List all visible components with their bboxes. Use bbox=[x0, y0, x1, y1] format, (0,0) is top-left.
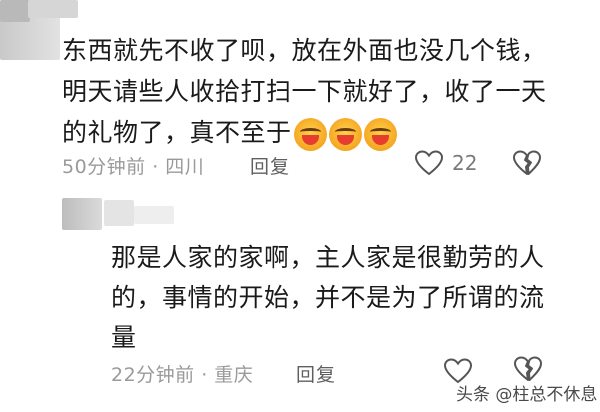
blurred-username bbox=[28, 0, 78, 18]
comment-1-reply-button[interactable]: 回复 bbox=[250, 152, 290, 179]
comment-2-line-1: 那是人家的家啊，主人家是很勤劳的人 bbox=[111, 243, 545, 272]
broken-heart-icon[interactable] bbox=[514, 356, 542, 382]
comment-2-line-3: 量 bbox=[111, 323, 137, 352]
comment-2-time-location: 22分钟前 · 重庆 bbox=[111, 364, 254, 386]
laughing-emoji-icon bbox=[293, 117, 327, 151]
watermark: 头条 @柱总不休息 bbox=[456, 385, 598, 405]
laughing-emoji-icon bbox=[363, 117, 397, 151]
comment-1-line-2: 明天请些人收拾打扫一下就好了，收了一天 bbox=[62, 77, 547, 106]
laughing-emoji-icon bbox=[328, 117, 362, 151]
comment-2-line-2: 的，事情的开始，并不是为了所谓的流 bbox=[111, 283, 545, 312]
comment-1-time-location: 50分钟前 · 四川 bbox=[62, 156, 205, 178]
blurred-username bbox=[134, 206, 174, 224]
blurred-username bbox=[104, 200, 134, 226]
comment-1-line-3: 的礼物了，真不至于 bbox=[62, 112, 592, 153]
comment-1-like-count: 22 bbox=[452, 151, 478, 175]
comment-2-body: 那是人家的家啊，主人家是很勤劳的人 的，事情的开始，并不是为了所谓的流 量 bbox=[111, 238, 591, 358]
comment-2-reply-button[interactable]: 回复 bbox=[296, 360, 336, 387]
broken-heart-icon[interactable] bbox=[513, 150, 541, 176]
comment-1-body: 东西就先不收了呗，放在外面也没几个钱， 明天请些人收拾打扫一下就好了，收了一天 … bbox=[62, 30, 592, 153]
heart-icon[interactable] bbox=[415, 150, 443, 176]
comment-1-line-1: 东西就先不收了呗，放在外面也没几个钱， bbox=[62, 36, 547, 65]
comment-1-line-3-text: 的礼物了，真不至于 bbox=[62, 118, 292, 147]
emoji-group bbox=[293, 117, 397, 151]
blurred-avatar[interactable] bbox=[62, 198, 102, 230]
blurred-username[interactable] bbox=[0, 0, 30, 22]
